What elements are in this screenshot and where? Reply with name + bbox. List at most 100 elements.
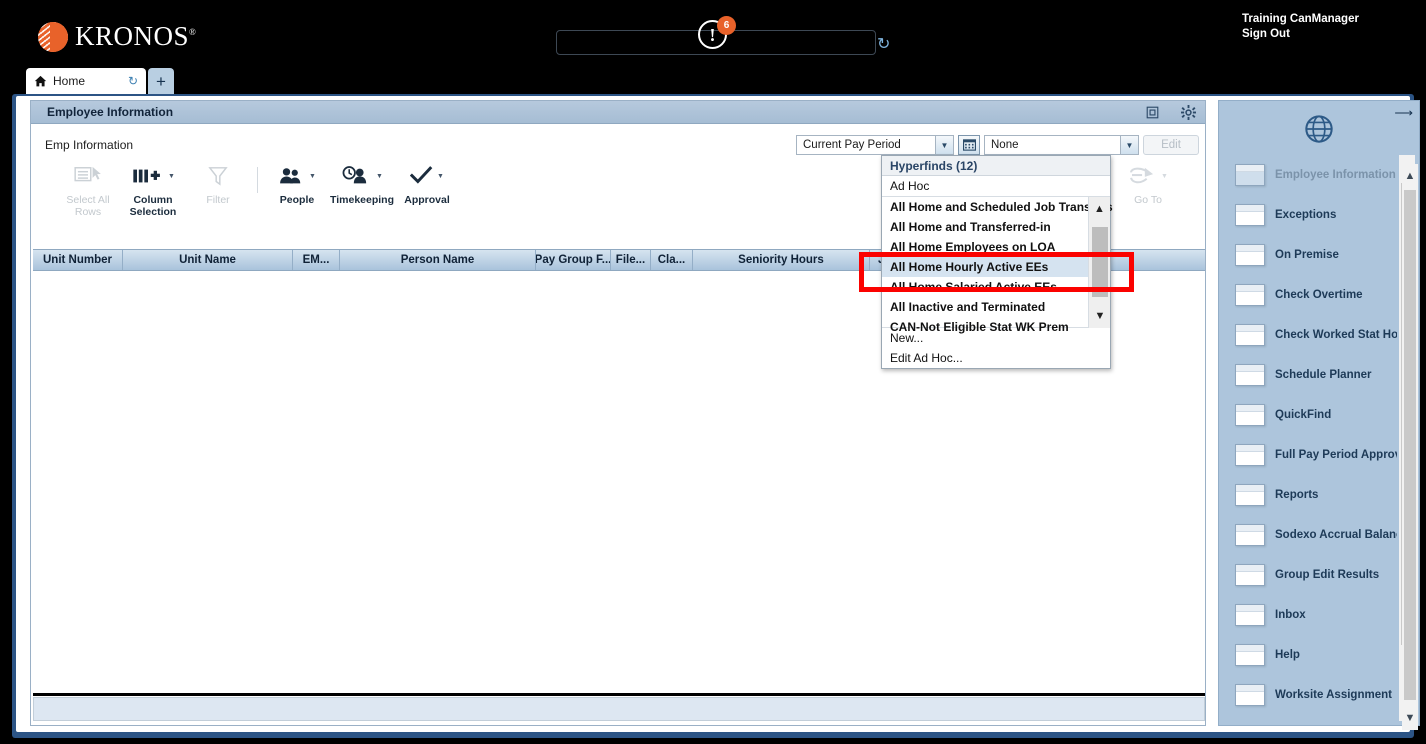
dropdown-scrollbar-thumb[interactable] — [1092, 227, 1108, 297]
chevron-down-icon[interactable]: ▼ — [376, 173, 383, 180]
sidebar-item-label: Check Worked Stat Holiday — [1275, 329, 1397, 341]
sidebar-item-label: Check Overtime — [1275, 289, 1363, 301]
sidebar-item-inbox[interactable]: Inbox — [1219, 595, 1397, 635]
chevron-up-icon[interactable]: ▲ — [1089, 197, 1110, 221]
calendar-icon[interactable] — [958, 135, 980, 155]
kronos-logo-text: KRONOS® — [75, 21, 196, 52]
sidebar-item-full-pay-period-approval[interactable]: Full Pay Period Approval — [1219, 435, 1397, 475]
widget-icon — [1235, 604, 1265, 626]
gear-icon[interactable] — [1179, 103, 1197, 121]
widget-icon — [1235, 524, 1265, 546]
dropdown-item[interactable]: All Home Salaried Active EEs — [882, 277, 1090, 297]
chevron-down-icon[interactable]: ▼ — [1402, 706, 1418, 730]
arrow-right-icon[interactable]: ⟶ — [1394, 105, 1413, 121]
select-all-rows-button[interactable]: Select All Rows — [57, 163, 119, 218]
column-selection-label: Column Selection — [129, 194, 177, 218]
chevron-down-icon[interactable]: ▼ — [309, 173, 316, 180]
widget-icon — [1235, 484, 1265, 506]
widget-icon — [1235, 644, 1265, 666]
dropdown-item[interactable]: CAN-Not Eligible Stat WK Prem — [882, 317, 1090, 337]
user-menu: Training CanManager Sign Out — [1242, 12, 1412, 42]
table-column-header[interactable]: EM... — [293, 250, 340, 270]
table-column-header[interactable]: Person Name — [340, 250, 536, 270]
hyperfind-value: None — [991, 139, 1019, 151]
sidebar-item-on-premise[interactable]: On Premise — [1219, 235, 1397, 275]
dropdown-items: All Home and Scheduled Job Transfers All … — [882, 197, 1113, 334]
sidebar-item-worksite-assignment[interactable]: Worksite Assignment — [1219, 675, 1397, 715]
approval-label: Approval — [404, 194, 450, 206]
dropdown-item[interactable]: All Inactive and Terminated — [882, 297, 1090, 317]
chevron-down-icon[interactable]: ▼ — [1120, 136, 1138, 154]
sidebar-item-group-edit-results[interactable]: Group Edit Results — [1219, 555, 1397, 595]
dropdown-footer-item[interactable]: Edit Ad Hoc... — [882, 348, 1110, 368]
sidebar-item-label: Schedule Planner — [1275, 369, 1372, 381]
tab-strip: Home ↻ + — [0, 66, 1426, 96]
pay-period-select[interactable]: Current Pay Period ▼ — [796, 135, 954, 155]
add-tab-button[interactable]: + — [148, 68, 174, 94]
dropdown-item[interactable]: All Home Hourly Active EEs — [882, 257, 1090, 277]
brand-name: KRONOS — [75, 21, 190, 51]
tab-refresh-icon[interactable]: ↻ — [128, 74, 138, 88]
main-scrollbar-thumb[interactable] — [1404, 190, 1416, 700]
people-label: People — [279, 194, 315, 206]
panel-subtitle: Emp Information — [45, 138, 134, 152]
refresh-icon[interactable]: ↻ — [877, 34, 890, 54]
sidebar-item-check-worked-stat-holiday[interactable]: Check Worked Stat Holiday — [1219, 315, 1397, 355]
table-column-header[interactable]: Seniority Hours — [693, 250, 870, 270]
sidebar-item-label: Sodexo Accrual Balances — [1275, 529, 1397, 541]
sidebar-item-label: Worksite Assignment — [1275, 689, 1392, 701]
sign-out-link[interactable]: Sign Out — [1242, 27, 1412, 42]
table-footer-bar — [33, 697, 1205, 721]
widget-icon — [1235, 364, 1265, 386]
people-button[interactable]: ▼ People — [266, 163, 328, 206]
dropdown-item-ad-hoc[interactable]: Ad Hoc — [882, 176, 1110, 197]
chevron-down-icon[interactable]: ▼ — [437, 173, 444, 180]
kronos-logo: KRONOS® — [38, 21, 196, 52]
alerts-button[interactable]: ! 6 — [698, 16, 738, 50]
dropdown-scrollbar[interactable]: ▲ ▼ — [1088, 197, 1110, 328]
go-to-arrow-icon: ▼ — [1128, 163, 1168, 189]
tab-home[interactable]: Home ↻ — [26, 68, 146, 94]
widget-icon — [1235, 564, 1265, 586]
main-scrollbar[interactable]: ▲ ▼ — [1402, 164, 1418, 730]
toolbar-divider — [257, 167, 258, 193]
chevron-down-icon[interactable]: ▼ — [168, 173, 175, 180]
table-column-header[interactable]: Unit Number — [33, 250, 123, 270]
sidebar-item-quickfind[interactable]: QuickFind — [1219, 395, 1397, 435]
tab-home-label: Home — [53, 74, 86, 88]
dropdown-item[interactable]: All Home and Transferred-in — [882, 217, 1090, 237]
sidebar-item-exceptions[interactable]: Exceptions — [1219, 195, 1397, 235]
table-column-header[interactable]: Pay Group F... — [536, 250, 611, 270]
sidebar-item-schedule-planner[interactable]: Schedule Planner — [1219, 355, 1397, 395]
widget-icon — [1235, 204, 1265, 226]
go-to-button[interactable]: ▼ Go To — [1117, 163, 1179, 206]
widget-icon — [1235, 684, 1265, 706]
panel-controls: Current Pay Period ▼ None ▼ Edit — [796, 135, 1199, 155]
dropdown-item[interactable]: All Home and Scheduled Job Transfers — [882, 197, 1113, 217]
chevron-up-icon[interactable]: ▲ — [1402, 164, 1418, 188]
chevron-down-icon[interactable]: ▼ — [1089, 304, 1111, 328]
table-column-header[interactable]: File... — [611, 250, 651, 270]
table-column-header[interactable]: Cla... — [651, 250, 693, 270]
check-approval-icon: ▼ — [410, 163, 444, 189]
table-column-header[interactable]: Unit Name — [123, 250, 293, 270]
edit-button[interactable]: Edit — [1143, 135, 1199, 155]
chevron-down-icon[interactable]: ▼ — [1161, 173, 1168, 180]
kronos-logo-mark-icon — [38, 21, 68, 52]
dropdown-item[interactable]: All Home Employees on LOA — [882, 237, 1090, 257]
filter-button[interactable]: Filter — [187, 163, 249, 206]
filter-icon — [208, 163, 228, 189]
hyperfind-select[interactable]: None ▼ — [984, 135, 1139, 155]
sidebar-item-employee-information[interactable]: Employee Information — [1219, 155, 1397, 195]
alert-glyph: ! — [709, 24, 716, 45]
select-all-rows-icon — [74, 163, 102, 189]
sidebar-item-help[interactable]: Help — [1219, 635, 1397, 675]
sidebar-item-reports[interactable]: Reports — [1219, 475, 1397, 515]
restore-window-icon[interactable] — [1143, 103, 1161, 121]
column-selection-button[interactable]: ▼ Column Selection — [119, 163, 187, 218]
approval-button[interactable]: ▼ Approval — [396, 163, 458, 206]
chevron-down-icon[interactable]: ▼ — [935, 136, 953, 154]
sidebar-item-check-overtime[interactable]: Check Overtime — [1219, 275, 1397, 315]
sidebar-item-sodexo-accrual-balances[interactable]: Sodexo Accrual Balances — [1219, 515, 1397, 555]
timekeeping-button[interactable]: ▼ Timekeeping — [328, 163, 396, 206]
